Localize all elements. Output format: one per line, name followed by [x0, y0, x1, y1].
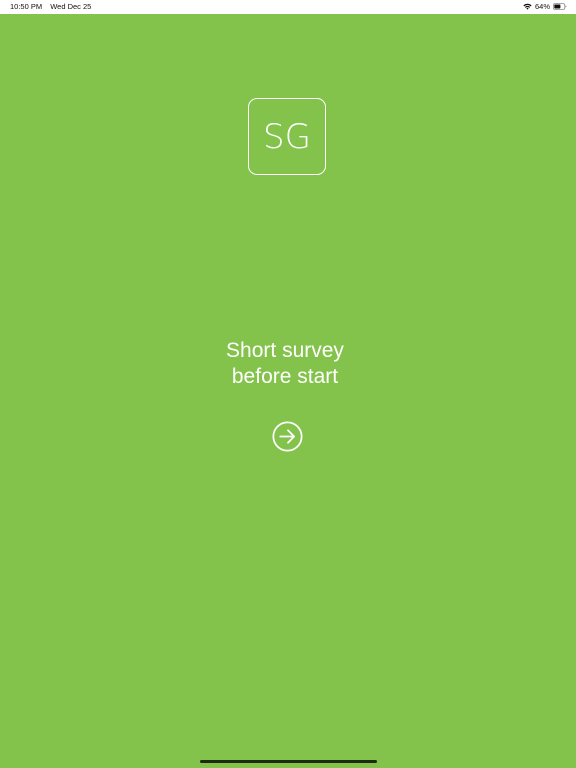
intro-line-1: Short survey [226, 339, 344, 362]
survey-intro-text: Short survey before start [0, 338, 570, 390]
welcome-screen: SG Short survey before start [0, 14, 576, 768]
intro-line-2: before start [231, 365, 339, 388]
status-right: 64% [523, 2, 567, 11]
sg-logo: SG [248, 98, 326, 175]
status-left: 10:50 PM Wed Dec 25 [10, 2, 91, 11]
home-indicator[interactable] [200, 760, 377, 763]
logo-text: SG [263, 116, 311, 157]
start-survey-button[interactable] [272, 421, 303, 452]
status-date: Wed Dec 25 [50, 2, 92, 11]
status-bar: 10:50 PM Wed Dec 25 64% [0, 0, 576, 14]
battery-fill [554, 4, 561, 9]
arrow-right-circle-icon [272, 421, 303, 452]
status-time: 10:50 PM [10, 2, 43, 11]
battery-percent: 64% [534, 2, 550, 11]
battery-icon [553, 3, 567, 10]
wifi-icon [523, 3, 532, 10]
